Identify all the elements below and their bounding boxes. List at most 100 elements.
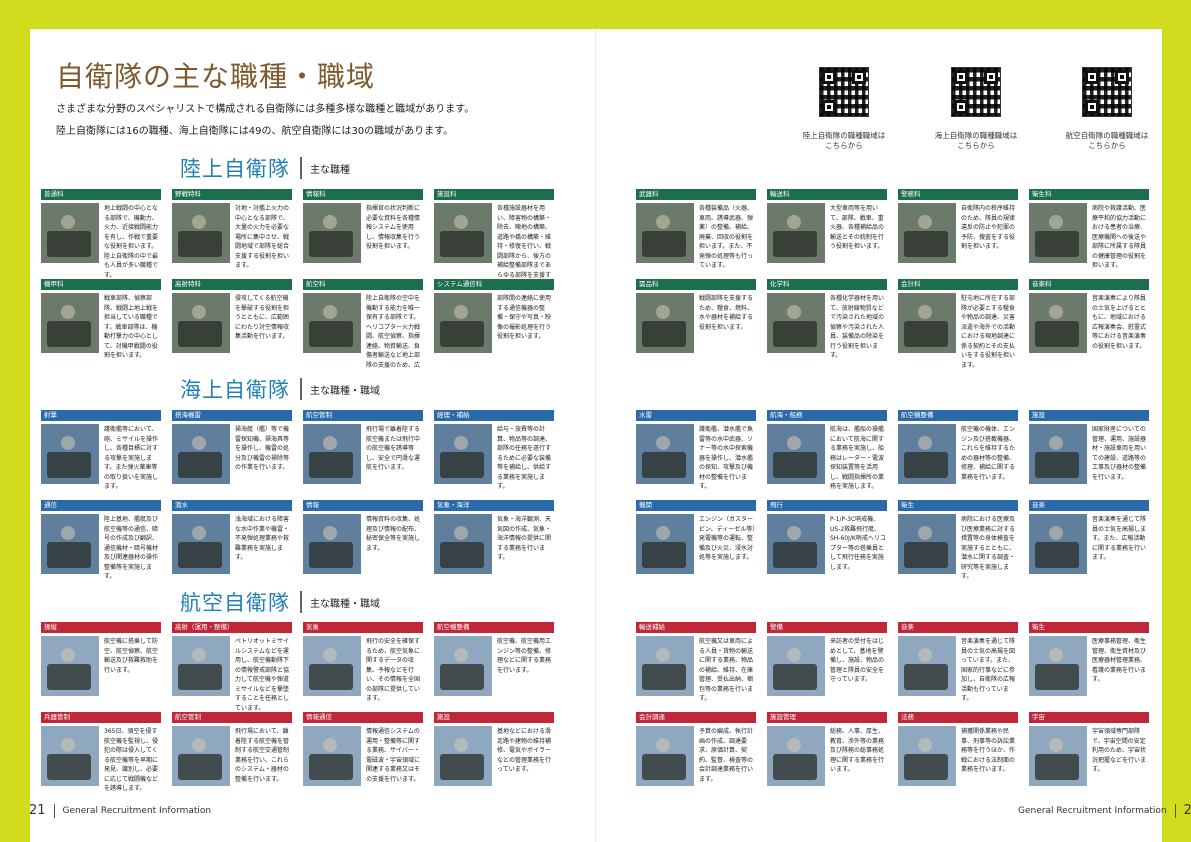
qr-code-icon[interactable] <box>819 67 869 117</box>
job-card: システム通信科部隊間の連絡に使用する通信機器の整備・保守や写真・映像の撮影処理を… <box>434 279 554 369</box>
job-card: 水雷護衛艦、潜水艦で魚雷等の水中武器、ソナー等の水中探索機器を操作し、潜水艦の探… <box>636 410 756 500</box>
job-card: 警務科 自衛隊内の秩序維持のため、隊員の規律違反の防止や犯罪の予防、捜査をする役割… <box>898 189 1018 279</box>
section-air: 航空自衛隊 主な職種・職域 <box>180 587 380 617</box>
job-card-text: 浅海域における障害な水中作業や機雷・不発弾処理業務や救難業務を実施します。 <box>235 516 290 561</box>
qr-ground[interactable]: 陸上自衛隊の職種職域は こちらから <box>794 67 894 151</box>
job-card-photo <box>41 203 99 263</box>
job-card-label: システム通信科 <box>434 279 554 290</box>
job-card-photo <box>172 726 230 786</box>
job-card-text: 各種施設器材を用い、障害物の構築・除去、陣地の構築、道路や橋の構築・維持・修復を… <box>497 205 552 278</box>
job-card-label: 施設 <box>434 712 554 723</box>
job-card-text: 護衛艦等において、砲、ミサイルを操作し、各種目標に対する攻撃を実施します。また弾… <box>104 426 159 490</box>
job-card-photo <box>303 636 361 696</box>
job-card-text: 護衛艦、潜水艦で魚雷等の水中武器、ソナー等の水中探索機器を操作し、潜水艦の探知、… <box>699 426 754 490</box>
job-card: 衛生 医療事務管理、衛生管理、衛生資材及び医療器材管理業務、看護の業務を行います。 <box>1029 622 1149 712</box>
intro-line-2: 陸上自衛隊には16の職種、海上自衛隊には49の、航空自衛隊には30の職域がありま… <box>56 126 454 137</box>
job-card-text: 侵攻してくる航空機を撃破する役割を担うとともに、広範囲にわたり対空情報収集活動を… <box>235 295 290 340</box>
job-card-label: 衛生科 <box>1029 189 1149 200</box>
section-ground: 陸上自衛隊 主な職種 <box>180 153 350 183</box>
job-card: 航海・船務 航海は、艦船の操艦において航海に関する業務を実施し、船務はレーダー・電… <box>767 410 887 500</box>
job-card: 会計科 駐屯地に所在する部隊が必要とする糧食や物品の調達、災害派遣や海外での活動に… <box>898 279 1018 369</box>
job-card: 武器科 各種装備品（火器、車両、誘導武器、弾薬）の整備、補給、廃棄、回収の役割を担… <box>636 189 756 279</box>
intro-text: さまざまな分野のスペシャリストで構成される自衛隊には多種多様な職種と職域がありま… <box>56 99 474 143</box>
job-card-text: 飛行場において、離着陸する航空機を管制する航空交通管制業務を行い、これらのシステ… <box>235 728 290 783</box>
job-card-text: 戦車部隊、偵察部隊、戦闘上地上戦を担当している職種です。戦車部隊は、機動打撃力の… <box>104 295 159 359</box>
qr-caption: 陸上自衛隊の職種職域は こちらから <box>802 131 886 150</box>
job-card: 警備 来訪者の受付をはじめとして、基地を警備し、施設、物品の管理と隊員の安全を守っ… <box>767 622 887 712</box>
job-card-label: 施設科 <box>434 189 554 200</box>
qr-code-icon[interactable] <box>951 67 1001 117</box>
job-card-text: 各種化学器材を用いて、放射線物質などで汚染された地域の偵察や汚染された人員、装備… <box>830 295 885 359</box>
job-card-label: 情報通信 <box>303 712 423 723</box>
job-card-text: 陸上自衛隊の空中を機動する能力を唯一保有する部隊です。ヘリコプター火力戦闘、航空… <box>366 295 421 368</box>
job-card-label: 高射（運用・整備） <box>172 622 292 633</box>
job-card: 情報科 指揮官の状況判断に必要な資料を各種情報システムを使用し、情報収集を行う役割… <box>303 189 423 279</box>
job-card-label: 会計科 <box>898 279 1018 290</box>
job-card-text: 音楽演奏を通じて隊員の士気を高揚します。また、広報活動に関する業務を行います。 <box>1092 516 1147 561</box>
job-card-photo <box>434 203 492 263</box>
job-card-photo <box>898 514 956 574</box>
page-number: 22 <box>1183 803 1191 818</box>
job-card: 音楽音楽演奏を通じて隊員の士気の高揚を図っています。また、国家的行事などに参加し… <box>898 622 1018 712</box>
job-card: 航空機整備 航空機、航空機用エンジン等の整備、修理などに関する業務を行います。 <box>434 622 554 712</box>
job-card-photo <box>434 726 492 786</box>
job-card-label: 法務 <box>898 712 1018 723</box>
job-card-photo <box>767 424 825 484</box>
job-card-photo <box>767 636 825 696</box>
job-card-label: 気象・海洋 <box>434 500 554 511</box>
job-card-text: 音楽演奏を通じて隊員の士気の高揚を図っています。また、国家的行事などに参加し、自… <box>961 638 1016 702</box>
job-card: 輸送補給 航空機又は車両による人員・貨物の輸送に関する業務、物品の補給、維持、在庫… <box>636 622 756 712</box>
job-card-text: 医療事務管理、衛生管理、衛生資材及び医療器材管理業務、看護の業務を行います。 <box>1092 638 1147 683</box>
job-card-photo <box>434 293 492 353</box>
job-card-photo <box>636 203 694 263</box>
divider <box>300 591 302 613</box>
job-card-label: 潜水 <box>172 500 292 511</box>
page-gutter <box>595 29 596 842</box>
divider <box>53 803 55 818</box>
qr-maritime[interactable]: 海上自衛隊の職種職域は こちらから <box>926 67 1026 151</box>
job-card-text: 航空機又は車両による人員・貨物の輸送に関する業務、物品の補給、維持、在庫管理、受… <box>699 638 754 702</box>
job-card: 高射（運用・整備） ペトリオットミサイルシステムなどを運用し、航空機動隊下の情報警… <box>172 622 292 712</box>
job-card-label: 高射特科 <box>172 279 292 290</box>
job-card-text: 部隊間の連絡に使用する通信機器の整備・保守や写真・映像の撮影処理を行う役割を担い… <box>497 295 552 340</box>
job-card: 気象 飛行の安全を確保するため、航空気象に関するデータの収集、予報などを行い、その… <box>303 622 423 712</box>
job-card-label: 警備 <box>767 622 887 633</box>
qr-caption: 海上自衛隊の職種職域は こちらから <box>934 131 1018 150</box>
job-card-label: 射撃 <box>41 410 161 421</box>
job-card-photo <box>1029 424 1087 484</box>
job-card-label: 武器科 <box>636 189 756 200</box>
job-card-label: 音楽 <box>898 622 1018 633</box>
footer-text: General Recruitment Information <box>1018 805 1167 816</box>
job-card-label: 機関 <box>636 500 756 511</box>
job-card: 輸送科 大型車両等を用いて、部隊、戦車、重火器、各種補給品の輸送とその統制を行う役… <box>767 189 887 279</box>
qr-air[interactable]: 航空自衛隊の職種職域は こちらから <box>1057 67 1157 151</box>
job-card-label: 航空機整備 <box>898 410 1018 421</box>
job-card-text: 航海は、艦船の操艦において航海に関する業務を実施し、船務はレーダー・電波探知装置… <box>830 426 885 490</box>
job-card-label: 水雷 <box>636 410 756 421</box>
job-card-photo <box>767 726 825 786</box>
job-card: 高射特科侵攻してくる航空機を撃破する役割を担うとともに、広範囲にわたり対空情報収… <box>172 279 292 369</box>
job-card-photo <box>303 726 361 786</box>
footer-left: 21 General Recruitment Information <box>29 803 211 818</box>
job-card-text: 自衛隊内の秩序維持のため、隊員の規律違反の防止や犯罪の予防、捜査をする役割を担い… <box>961 205 1016 250</box>
job-card-text: 給与・旅費等の計算、物品等の調達、部隊の任務を遂行するために必要な装備等を補給し… <box>497 426 552 490</box>
job-card: 経理・補給 給与・旅費等の計算、物品等の調達、部隊の任務を遂行するために必要な装備… <box>434 410 554 500</box>
job-card-text: 情報通信システムの運用・整備等に関する業務、サイバー・電磁波・宇宙領域に関連する… <box>366 728 421 783</box>
section-maritime: 海上自衛隊 主な職種・職域 <box>180 374 380 404</box>
job-card-photo <box>898 203 956 263</box>
job-card-photo <box>898 293 956 353</box>
qr-code-icon[interactable] <box>1082 67 1132 117</box>
job-card-text: 航空機に搭乗して防空、航空偵察、航空輸送及び救難救助を行います。 <box>104 638 159 674</box>
job-card-photo <box>303 293 361 353</box>
job-card-label: 兵器管制 <box>41 712 161 723</box>
section-subtitle: 主な職種・職域 <box>310 385 380 397</box>
job-card-label: 音楽 <box>1029 500 1149 511</box>
job-card: 兵器管制 365日、領空を侵す航空機を監視し、侵犯の際は侵入してくる航空機等を早期… <box>41 712 161 802</box>
job-card-label: 需品科 <box>636 279 756 290</box>
job-card-label: 操縦 <box>41 622 161 633</box>
job-card-photo <box>303 424 361 484</box>
job-card-text: 航空機の機体、エンジン及び搭載機器、これらを維持するための器材等の整備、修理、補… <box>961 426 1016 481</box>
job-card-photo <box>1029 514 1087 574</box>
job-card-photo <box>636 636 694 696</box>
job-card: 会計調達 予算の編成、執行計画の作成、調達要求、原価計算、契約、監督、検査等の会計… <box>636 712 756 802</box>
